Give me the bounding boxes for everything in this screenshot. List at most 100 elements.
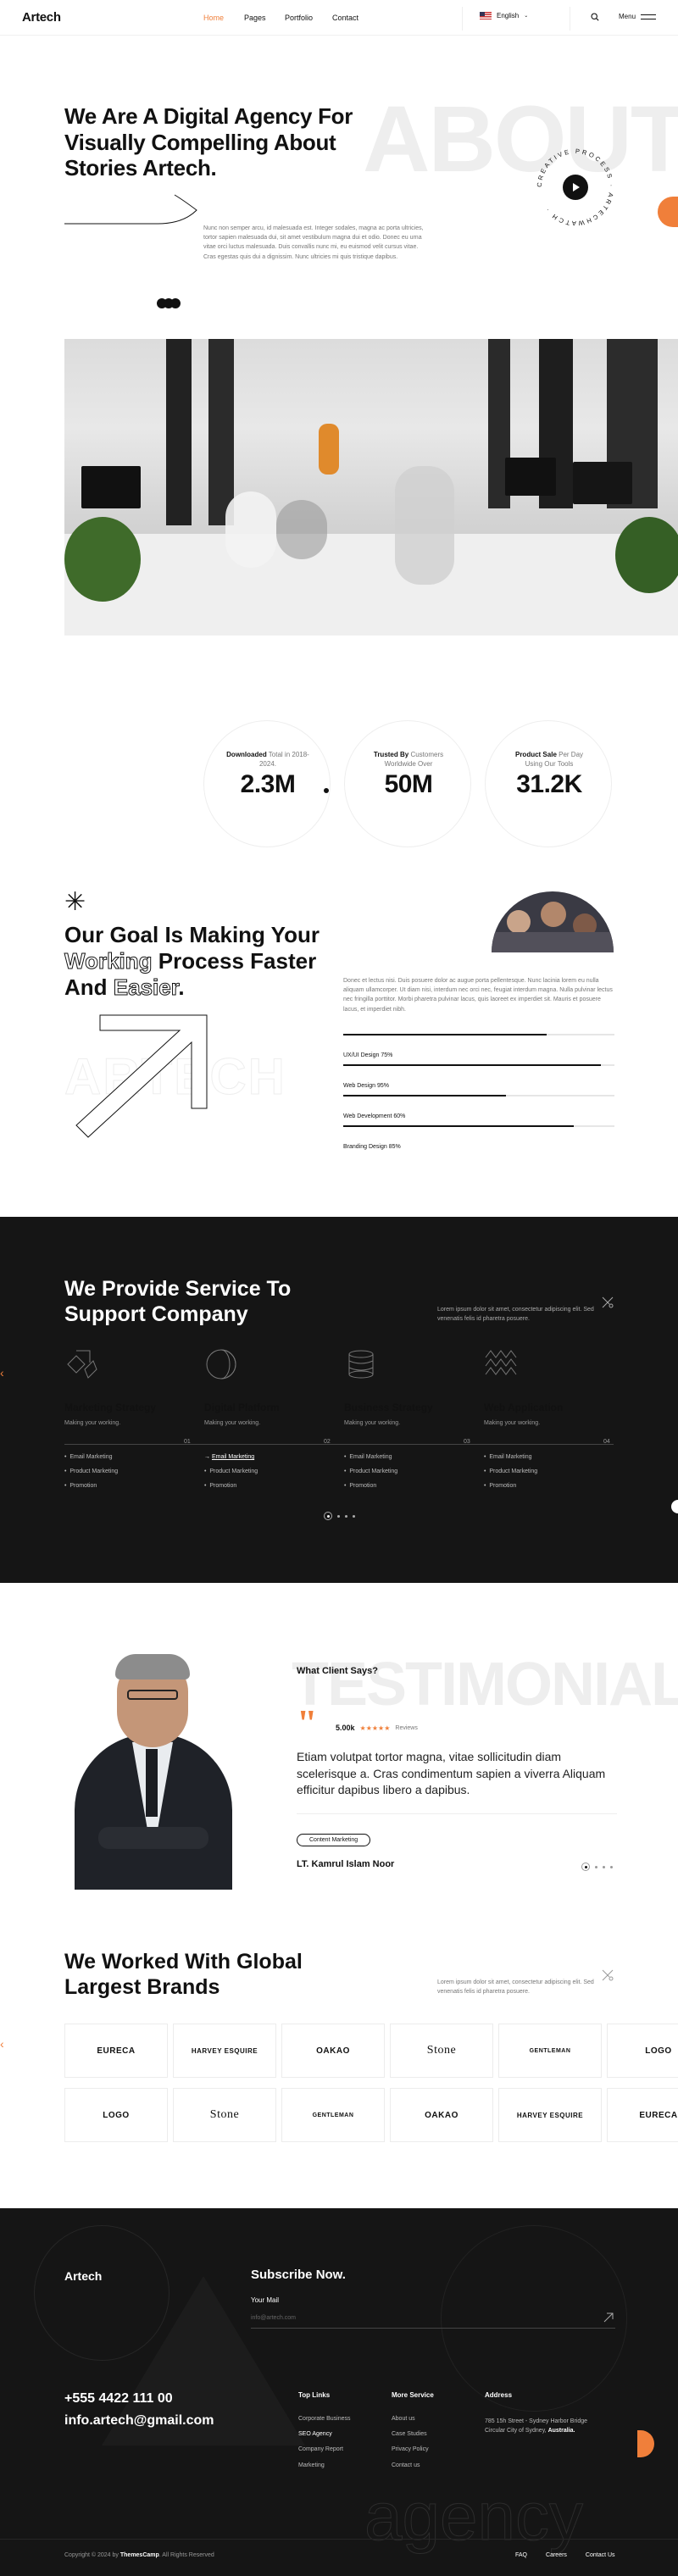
address-text: 785 15h Street - Sydney Harbor Bridge Ci… <box>485 2418 588 2434</box>
hero-title: We Are A Digital Agency For Visually Com… <box>64 103 353 181</box>
pagination-dot[interactable] <box>353 1514 355 1518</box>
brand-logo[interactable]: GENTLEMAN <box>498 2024 602 2078</box>
list-item[interactable]: • Promotion <box>484 1480 537 1494</box>
testimonial-bg-word: TESTIMONIAL <box>292 1651 678 1718</box>
list-item[interactable]: • Product Marketing <box>64 1465 118 1480</box>
team-photo <box>492 891 614 952</box>
pagination-dot[interactable] <box>345 1514 347 1518</box>
list-item[interactable]: • Promotion <box>204 1480 258 1494</box>
creative-process-badge[interactable]: CREATIVE PROCESS · ARTECHWATCH · <box>529 141 622 234</box>
brand-logo[interactable]: OAKAO <box>390 2088 493 2142</box>
pagination-dot[interactable] <box>595 1865 597 1868</box>
mail-input[interactable]: info@artech.com <box>251 2312 615 2329</box>
list-item[interactable]: • Product Marketing <box>484 1465 537 1480</box>
search-icon[interactable] <box>591 13 599 21</box>
list-item[interactable]: • Email Marketing <box>64 1451 118 1465</box>
testimonial-quote: Etiam volutpat tortor magna, vitae solli… <box>297 1750 606 1797</box>
top-links: Corporate Business SEO Agency Company Re… <box>298 2412 350 2473</box>
pagination-dot[interactable] <box>337 1514 340 1518</box>
list-item[interactable]: • Product Marketing <box>204 1465 258 1480</box>
skill-label: Web Design 95% <box>343 1083 389 1089</box>
brand-logo[interactable]: Stone <box>390 2024 493 2078</box>
pagination-dot[interactable] <box>610 1865 613 1868</box>
brand-logo[interactable]: LOGO <box>64 2088 168 2142</box>
brand-logo[interactable]: GENTLEMAN <box>281 2088 385 2142</box>
nav-portfolio[interactable]: Portfolio <box>285 14 313 22</box>
language-selector[interactable]: English ⌄ <box>480 12 528 19</box>
service-number: 02 <box>324 1439 331 1445</box>
brand-logo[interactable]: EURECA <box>64 2024 168 2078</box>
top-links-title: Top Links <box>298 2391 331 2399</box>
pagination-dot[interactable] <box>603 1865 605 1868</box>
services-pagination <box>324 1512 355 1520</box>
faq-link[interactable]: FAQ <box>515 2552 527 2558</box>
footer-link[interactable]: Corporate Business <box>298 2412 350 2427</box>
list-item-active[interactable]: → Email Marketing <box>204 1451 258 1465</box>
stat-product-sale: Product Sale Per Day Using Our Tools 31.… <box>485 720 612 847</box>
hero-paragraph: Nunc non semper arcu, id malesuada est. … <box>203 225 424 260</box>
rating-row: 5.00k ★★★★★ Reviews <box>336 1724 418 1732</box>
footer-link[interactable]: Company Report <box>298 2442 350 2457</box>
skill-bar-fill <box>343 1125 574 1127</box>
copyright: Copyright © 2024 by ThemesCamp. All Righ… <box>64 2552 214 2558</box>
stat-value: 50M <box>384 770 433 798</box>
header-divider <box>462 7 463 31</box>
business-strategy-icon <box>348 1350 374 1379</box>
send-arrow-icon[interactable] <box>603 2312 614 2323</box>
mail-label: Your Mail <box>251 2296 280 2304</box>
footer-link[interactable]: SEO Agency <box>298 2427 350 2442</box>
brand-logo[interactable]: HARVEY ESQUIRE <box>498 2088 602 2142</box>
chevron-down-icon: ⌄ <box>524 14 529 19</box>
goal-paragraph: Donec et lectus nisi. Duis posuere dolor… <box>343 978 613 1013</box>
footer-link[interactable]: Contact us <box>392 2458 429 2473</box>
service-number: 01 <box>184 1439 191 1445</box>
hero-curve-line <box>64 194 197 225</box>
site-header: Artech Home Pages Portfolio Contact Engl… <box>0 0 678 36</box>
footer-email[interactable]: info.artech@gmail.com <box>64 2413 214 2429</box>
services-title: We Provide Service To Support Company <box>64 1277 292 1326</box>
footer-phone[interactable]: +555 4422 111 00 <box>64 2391 173 2407</box>
footer-link[interactable]: Marketing <box>298 2458 350 2473</box>
brand-logo[interactable]: LOGO <box>607 2024 678 2078</box>
list-item[interactable]: • Email Marketing <box>484 1451 537 1465</box>
menu-button[interactable]: Menu <box>619 13 657 20</box>
arrow-up-right-icon <box>75 1014 208 1138</box>
brand-logo[interactable]: OAKAO <box>281 2024 385 2078</box>
service-list: → Email Marketing • Product Marketing • … <box>204 1451 258 1493</box>
skill-row: UX/UI Design 75% <box>343 1034 614 1058</box>
list-item[interactable]: • Promotion <box>64 1480 118 1494</box>
list-item[interactable]: • Email Marketing <box>344 1451 397 1465</box>
service-title: Business Strategy <box>344 1402 433 1413</box>
footer-link[interactable]: Privacy Policy <box>392 2442 429 2457</box>
skill-bar-track <box>343 1034 614 1035</box>
content-marketing-tag[interactable]: Content Marketing <box>297 1834 371 1846</box>
footer-logo[interactable]: Artech <box>64 2269 102 2283</box>
language-label: English <box>497 12 520 19</box>
brand-logo[interactable]: Stone <box>173 2088 276 2142</box>
service-subtitle: Making your working. <box>484 1420 541 1426</box>
quote-divider <box>297 1813 617 1814</box>
contact-us-link[interactable]: Contact Us <box>586 2552 615 2558</box>
logo[interactable]: Artech <box>22 10 61 25</box>
footer-bg-word: agency <box>364 2479 584 2555</box>
brand-logo[interactable]: EURECA <box>607 2088 678 2142</box>
nav-home[interactable]: Home <box>203 14 224 22</box>
service-title: Digital Platform <box>204 1402 280 1413</box>
pagination-dot-active[interactable] <box>581 1863 590 1871</box>
skill-row: Web Development 60% <box>343 1095 614 1119</box>
scissors-icon <box>602 1296 614 1308</box>
brands-row-1: EURECA HARVEY ESQUIRE OAKAO Stone GENTLE… <box>64 2024 678 2078</box>
service-subtitle: Making your working. <box>204 1420 261 1426</box>
footer-link[interactable]: About us <box>392 2412 429 2427</box>
list-item[interactable]: • Promotion <box>344 1480 397 1494</box>
brand-logo[interactable]: HARVEY ESQUIRE <box>173 2024 276 2078</box>
stat-value: 2.3M <box>240 770 296 798</box>
pagination-dot-active[interactable] <box>324 1512 332 1520</box>
nav-pages[interactable]: Pages <box>244 14 266 22</box>
skill-row: Branding Design 85% <box>343 1125 614 1150</box>
footer-link[interactable]: Case Studies <box>392 2427 429 2442</box>
careers-link[interactable]: Careers <box>546 2552 567 2558</box>
skill-bar-fill <box>343 1034 547 1035</box>
list-item[interactable]: • Product Marketing <box>344 1465 397 1480</box>
nav-contact[interactable]: Contact <box>332 14 358 22</box>
